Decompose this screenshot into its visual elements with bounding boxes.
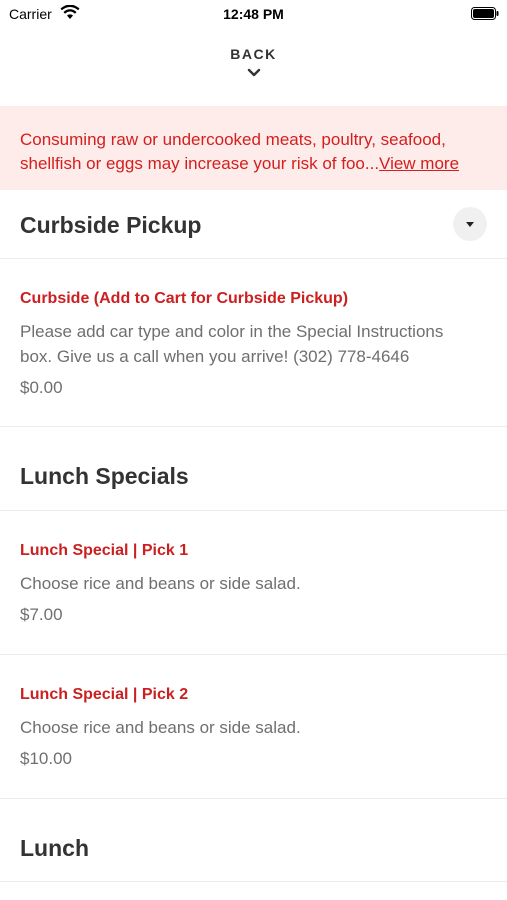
clock: 12:48 PM [223,6,284,22]
back-button[interactable]: BACK [0,46,507,96]
section-title: Curbside Pickup [20,212,202,238]
menu-item[interactable]: Curbside (Add to Cart for Curbside Picku… [0,259,507,427]
menu-item[interactable]: Lunch Special | Pick 1 Choose rice and b… [0,511,507,655]
item-price: $10.00 [20,749,72,768]
chevron-down-icon [247,64,261,82]
section-header-curbside[interactable]: Curbside Pickup [0,190,507,259]
item-name: Curbside (Add to Cart for Curbside Picku… [20,290,349,307]
menu-item[interactable]: Lunch Special | Pick 2 Choose rice and b… [0,655,507,799]
section-title: Lunch Specials [20,463,189,489]
item-description: Choose rice and beans or side salad. [20,574,301,593]
battery-icon [471,7,499,25]
view-more-link[interactable]: View more [379,154,459,173]
item-price: $0.00 [20,378,63,397]
section-header-lunch: Lunch [0,799,507,882]
section-header-lunch-specials: Lunch Specials [0,427,507,511]
item-description: Choose rice and beans or side salad. [20,718,301,737]
item-name: Lunch Special | Pick 2 [20,686,189,703]
section-title: Lunch [20,835,89,861]
warning-banner: Consuming raw or undercooked meats, poul… [0,106,507,190]
back-label: BACK [230,46,277,62]
item-name: Lunch Special | Pick 1 [20,542,189,559]
item-price: $7.00 [20,605,63,624]
item-description: Please add car type and color in the Spe… [20,322,444,366]
caret-down-icon[interactable] [453,207,487,241]
status-bar: Carrier 12:48 PM [0,0,507,30]
